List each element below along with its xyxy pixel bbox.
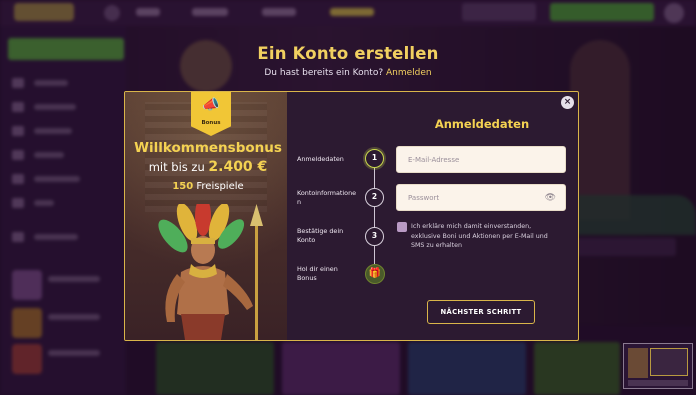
step-label: Anmeldedaten [297, 155, 344, 163]
password-field[interactable]: Passwort 👁 [396, 184, 566, 211]
login-prompt: Du hast bereits ein Konto? [264, 68, 384, 78]
close-icon[interactable]: × [561, 96, 574, 109]
registration-modal: 📣 Bonus Willkommensbonus mit bis zu 2.40… [124, 91, 579, 341]
consent-checkbox[interactable] [397, 222, 407, 232]
next-step-button[interactable]: NÄCHSTER SCHRITT [427, 300, 535, 324]
password-placeholder: Passwort [408, 194, 440, 202]
form-title: Anmeldedaten [434, 117, 530, 131]
step-label: Hol dir einen Bonus [297, 265, 338, 282]
preview-thumbnail [623, 343, 693, 389]
bonus-tag-label: Bonus [201, 120, 221, 126]
step-indicator: 1 [365, 149, 384, 168]
bonus-panel: 📣 Bonus Willkommensbonus mit bis zu 2.40… [125, 92, 287, 340]
login-link[interactable]: Anmelden [386, 68, 432, 78]
gift-icon: 🎁 [365, 264, 385, 284]
step-connector [374, 207, 375, 227]
welcome-bonus-amount: 2.400 € [208, 159, 268, 175]
welcome-bonus-prefix: mit bis zu [148, 160, 205, 174]
consent-text: Ich erkläre mich damit einverstanden, ex… [411, 223, 548, 250]
eye-icon[interactable]: 👁 [545, 193, 556, 203]
freespins-count: 150 [172, 181, 194, 192]
step-label: Bestätige dein Konto [297, 227, 344, 244]
page-title: Ein Konto erstellen [257, 44, 439, 63]
page-subtitle: Du hast bereits ein Konto? Anmelden [0, 68, 696, 78]
freespins-label: Freispiele [196, 181, 244, 192]
step-indicator: 2 [365, 188, 384, 207]
welcome-bonus-amount-line: mit bis zu 2.400 € [125, 159, 291, 175]
freespins-line: 150 Freispiele [125, 181, 291, 192]
email-placeholder: E-Mail-Adresse [408, 156, 460, 164]
welcome-bonus-title: Willkommensbonus [134, 140, 282, 156]
email-field[interactable]: E-Mail-Adresse [396, 146, 566, 173]
aztec-warrior-illustration [158, 204, 263, 340]
megaphone-icon: 📣 [202, 97, 220, 113]
step-label: Kontoinformatione n [297, 189, 357, 206]
step-connector [374, 246, 375, 264]
step-indicator: 3 [365, 227, 384, 246]
step-connector [374, 168, 375, 188]
